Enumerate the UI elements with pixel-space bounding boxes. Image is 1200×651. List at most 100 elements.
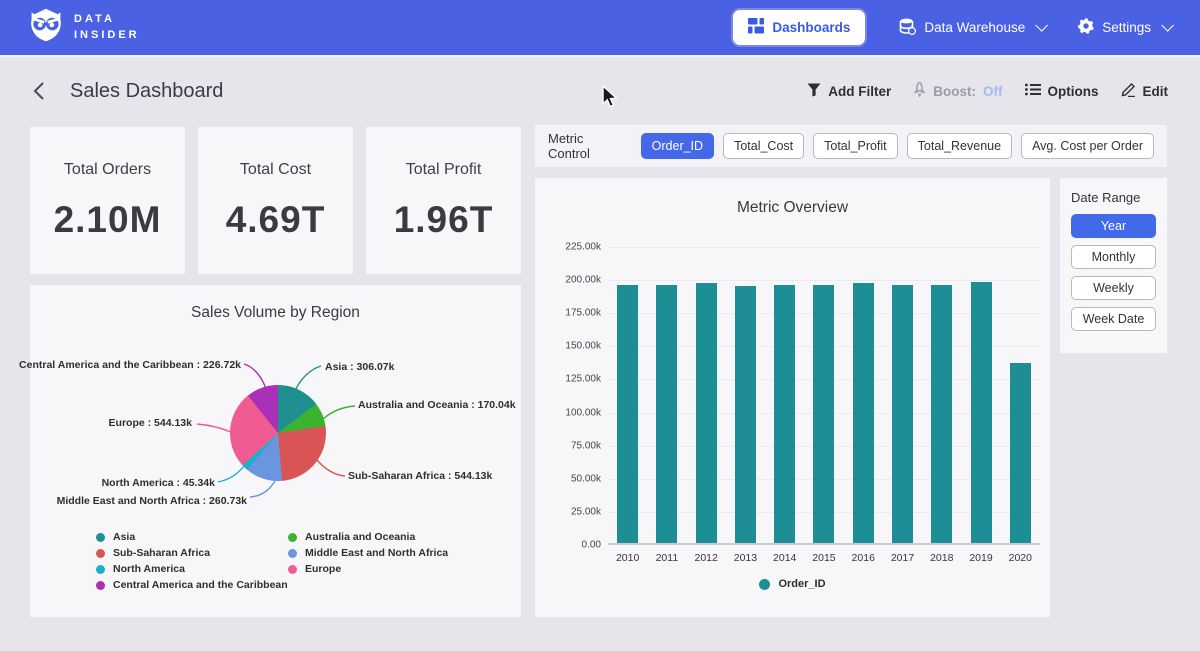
brand-logo[interactable]: DATA INSIDER bbox=[28, 7, 140, 48]
x-tick: 2016 bbox=[844, 552, 883, 564]
y-tick: 200.00k bbox=[565, 275, 601, 286]
date-range-option-monthly[interactable]: Monthly bbox=[1071, 245, 1156, 269]
bar-2015[interactable] bbox=[813, 285, 834, 543]
bar-2013[interactable] bbox=[735, 286, 756, 543]
metric-control-options: Order_ID Total_Cost Total_Profit Total_Reve… bbox=[641, 133, 1154, 159]
kpi-card-total-profit: Total Profit 1.96T bbox=[366, 127, 521, 274]
legend-dot bbox=[759, 579, 770, 590]
metric-option-total-cost[interactable]: Total_Cost bbox=[723, 133, 804, 159]
pie-legend-column-2: Australia and Oceania Middle East and Nor… bbox=[288, 532, 448, 574]
y-tick: 100.00k bbox=[565, 407, 601, 418]
y-tick: 0.00 bbox=[582, 540, 601, 551]
legend-dot bbox=[96, 549, 105, 558]
legend-dot bbox=[96, 533, 105, 542]
options-button[interactable]: Options bbox=[1025, 83, 1099, 99]
legend-dot bbox=[288, 549, 297, 558]
back-button[interactable] bbox=[32, 80, 54, 102]
sales-dashboard-page: DATA INSIDER Dashboards bbox=[0, 0, 1200, 651]
bar-2019[interactable] bbox=[971, 282, 992, 543]
bar-2014[interactable] bbox=[774, 285, 795, 543]
date-range-option-week-date[interactable]: Week Date bbox=[1071, 307, 1156, 331]
date-range-option-year[interactable]: Year bbox=[1071, 214, 1156, 238]
kpi-card-total-orders: Total Orders 2.10M bbox=[30, 127, 185, 274]
kpi-value: 2.10M bbox=[54, 199, 162, 241]
pie-legend-item: Middle East and North Africa bbox=[288, 548, 448, 558]
pie-callout-middle-east-north-africa: Middle East and North Africa : 260.73k bbox=[57, 495, 247, 507]
gear-icon bbox=[1078, 18, 1094, 37]
list-options-icon bbox=[1025, 83, 1041, 99]
metric-option-avg-cost-per-order[interactable]: Avg. Cost per Order bbox=[1021, 133, 1154, 159]
bar-2010[interactable] bbox=[617, 285, 638, 543]
metric-option-total-revenue[interactable]: Total_Revenue bbox=[907, 133, 1012, 159]
nav-data-warehouse-menu[interactable]: Data Warehouse bbox=[899, 18, 1044, 38]
kpi-value: 4.69T bbox=[226, 199, 326, 241]
y-tick: 175.00k bbox=[565, 308, 601, 319]
x-tick: 2018 bbox=[922, 552, 961, 564]
date-range-panel: Date Range YearMonthlyWeeklyWeek Date bbox=[1060, 178, 1167, 353]
legend-label: Australia and Oceania bbox=[305, 531, 415, 543]
chart-title: Metric Overview bbox=[535, 178, 1050, 217]
legend-label: North America bbox=[113, 563, 185, 575]
pie-chart-title: Sales Volume by Region bbox=[30, 285, 521, 322]
owl-logo-icon bbox=[28, 7, 64, 48]
bar-series bbox=[608, 247, 1040, 543]
legend-label: Sub-Saharan Africa bbox=[113, 547, 210, 559]
nav-settings-label: Settings bbox=[1102, 20, 1151, 35]
database-icon bbox=[899, 18, 916, 38]
boost-state: Off bbox=[983, 84, 1003, 99]
brand-name: DATA INSIDER bbox=[74, 12, 140, 44]
filter-icon bbox=[807, 83, 821, 100]
y-tick: 150.00k bbox=[565, 341, 601, 352]
pie-legend-item: Sub-Saharan Africa bbox=[96, 548, 288, 558]
pie-legend-item: Australia and Oceania bbox=[288, 532, 448, 542]
bar-2017[interactable] bbox=[892, 285, 913, 543]
x-tick: 2013 bbox=[726, 552, 765, 564]
pie-callout-north-america: North America : 45.34k bbox=[102, 477, 215, 489]
metric-control-bar: Metric Control Order_ID Total_Cost Total_P… bbox=[535, 125, 1167, 167]
bar-2020[interactable] bbox=[1010, 363, 1031, 543]
y-tick: 25.00k bbox=[571, 506, 601, 517]
mouse-cursor bbox=[601, 85, 621, 114]
bar-2012[interactable] bbox=[696, 283, 717, 543]
pie-callout-asia: Asia : 306.07k bbox=[325, 361, 394, 373]
pie-callout-sub-saharan-africa: Sub-Saharan Africa : 544.13k bbox=[348, 470, 492, 482]
pie-callout-central-america-caribbean: Central America and the Caribbean : 226.… bbox=[19, 359, 241, 371]
nav-data-warehouse-label: Data Warehouse bbox=[924, 20, 1025, 35]
date-range-option-weekly[interactable]: Weekly bbox=[1071, 276, 1156, 300]
edit-button[interactable]: Edit bbox=[1121, 82, 1169, 100]
pie-callout-australia-oceania: Australia and Oceania : 170.04k bbox=[358, 399, 516, 411]
nav-dashboards-button[interactable]: Dashboards bbox=[733, 10, 865, 45]
legend-label: Middle East and North Africa bbox=[305, 547, 448, 559]
rocket-icon bbox=[913, 82, 926, 100]
chevron-down-icon bbox=[1161, 19, 1174, 32]
kpi-label: Total Cost bbox=[240, 161, 311, 179]
chevron-down-icon bbox=[1035, 19, 1048, 32]
y-tick: 125.00k bbox=[565, 374, 601, 385]
x-tick: 2017 bbox=[883, 552, 922, 564]
pencil-icon bbox=[1121, 82, 1136, 100]
pie-callout-europe: Europe : 544.13k bbox=[109, 417, 192, 429]
pie-legend-item: Asia bbox=[96, 532, 288, 542]
bar-2016[interactable] bbox=[853, 283, 874, 543]
legend-dot bbox=[96, 581, 105, 590]
dashboards-grid-icon bbox=[748, 18, 764, 37]
sales-volume-pie-panel: Sales Volume by Region Asia : 306.07k Au… bbox=[30, 285, 521, 617]
top-navbar: DATA INSIDER Dashboards bbox=[0, 0, 1200, 55]
bar-2018[interactable] bbox=[931, 285, 952, 543]
x-axis-tick-labels: 2010201120122013201420152016201720182019… bbox=[608, 552, 1040, 564]
metric-control-label: Metric Control bbox=[548, 131, 627, 161]
legend-label: Order_ID bbox=[778, 578, 825, 590]
pie-legend-column-1: Asia Sub-Saharan Africa North America Centr… bbox=[96, 532, 288, 590]
pie-legend-item: Central America and the Caribbean bbox=[96, 580, 288, 590]
nav-dashboards-label: Dashboards bbox=[772, 20, 850, 35]
bar-2011[interactable] bbox=[656, 285, 677, 543]
pie-legend-item: Europe bbox=[288, 564, 448, 574]
metric-option-total-profit[interactable]: Total_Profit bbox=[813, 133, 898, 159]
legend-dot bbox=[288, 533, 297, 542]
boost-toggle[interactable]: Boost: Off bbox=[913, 82, 1002, 100]
nav-settings-menu[interactable]: Settings bbox=[1078, 18, 1170, 37]
x-tick: 2020 bbox=[1001, 552, 1040, 564]
add-filter-button[interactable]: Add Filter bbox=[807, 83, 891, 100]
metric-option-order-id[interactable]: Order_ID bbox=[641, 133, 714, 159]
kpi-label: Total Orders bbox=[64, 161, 151, 179]
